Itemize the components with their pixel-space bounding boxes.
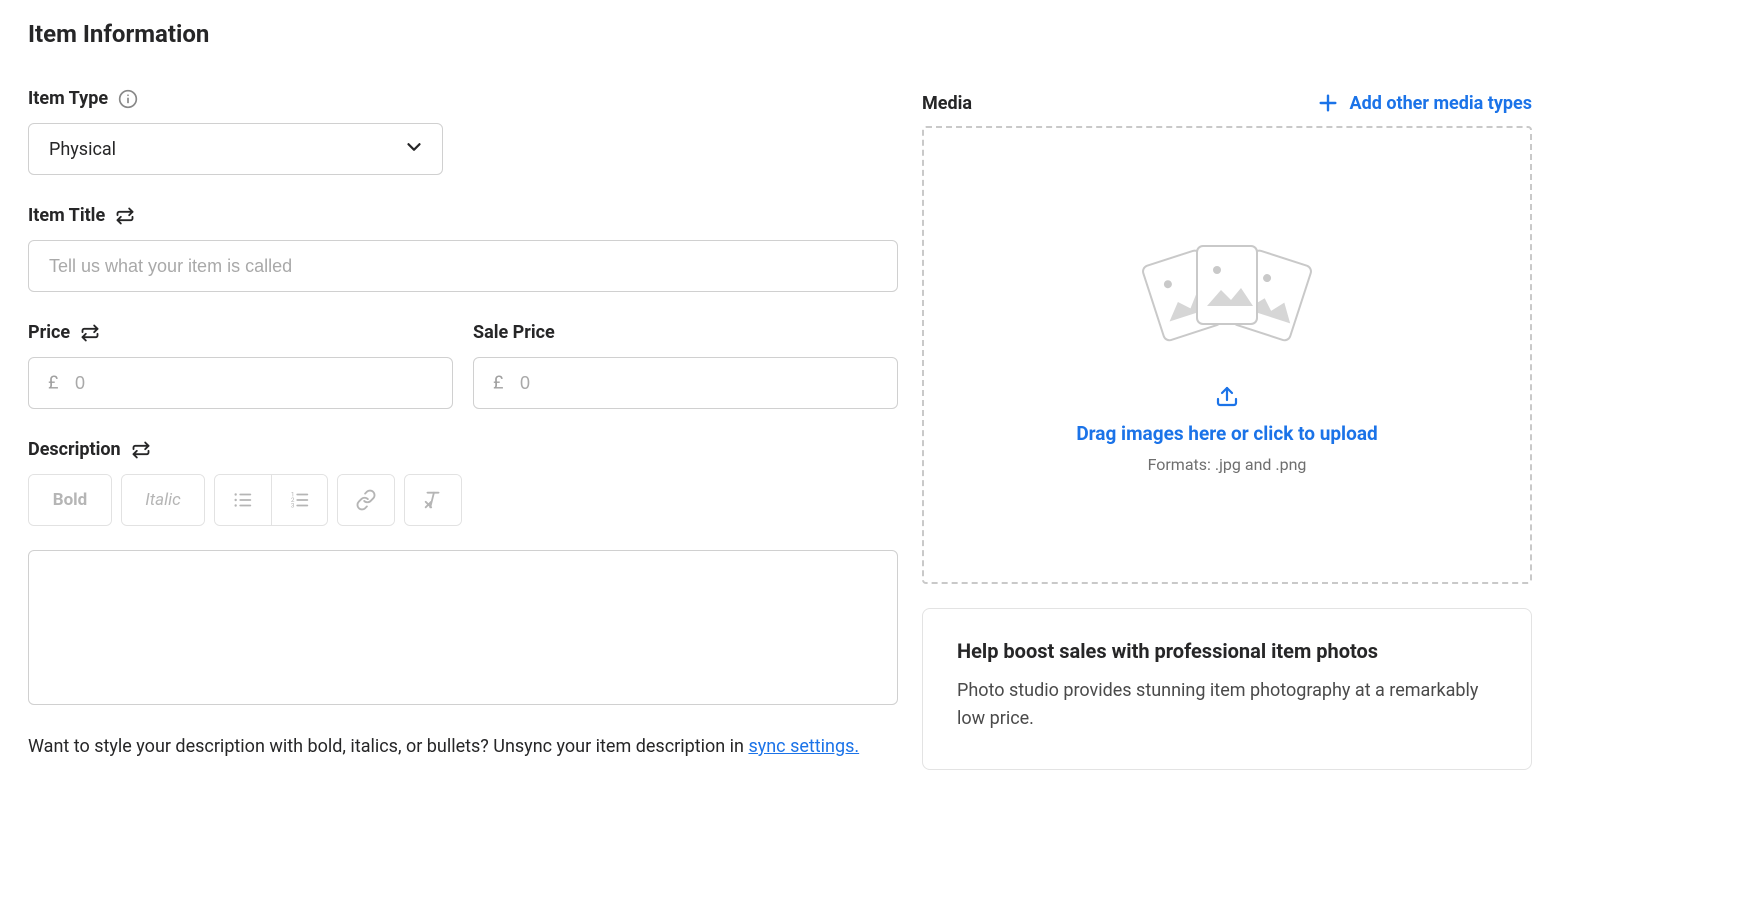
- add-media-button[interactable]: Add other media types: [1317, 92, 1532, 114]
- sync-settings-link[interactable]: sync settings.: [748, 736, 859, 757]
- link-icon: [355, 489, 377, 511]
- info-icon[interactable]: [118, 89, 138, 109]
- clear-format-icon: [422, 489, 444, 511]
- item-title-input[interactable]: [28, 240, 898, 292]
- item-title-label-row: Item Title: [28, 205, 898, 226]
- toolbar-group-textstyle-italic: Italic: [121, 474, 205, 526]
- field-item-type: Item Type Physical: [28, 88, 898, 175]
- media-label: Media: [922, 93, 972, 114]
- toolbar-group-link: [337, 474, 395, 526]
- add-media-label: Add other media types: [1349, 93, 1532, 114]
- section-title: Item Information: [28, 20, 898, 48]
- description-label-row: Description: [28, 439, 898, 460]
- sync-icon[interactable]: [80, 323, 100, 343]
- item-type-value: Physical: [49, 139, 116, 160]
- link-button[interactable]: [338, 475, 394, 525]
- bold-button[interactable]: Bold: [29, 475, 111, 525]
- sale-price-label: Sale Price: [473, 322, 555, 343]
- sync-icon[interactable]: [115, 206, 135, 226]
- left-column: Item Information Item Type Physical: [28, 20, 898, 779]
- sale-price-input[interactable]: [473, 357, 898, 409]
- page-root: Item Information Item Type Physical: [28, 20, 1726, 779]
- media-dropzone[interactable]: Drag images here or click to upload Form…: [922, 126, 1532, 584]
- toolbar-group-lists: 123: [214, 474, 328, 526]
- promo-body: Photo studio provides stunning item phot…: [957, 677, 1497, 733]
- image-placeholder-illustration: [1122, 236, 1332, 360]
- description-toolbar: Bold Italic 123: [28, 474, 898, 526]
- price-label-row: Price: [28, 322, 453, 343]
- item-title-label: Item Title: [28, 205, 105, 226]
- price-input-wrap: £: [28, 357, 453, 409]
- item-type-select-wrap: Physical: [28, 123, 443, 175]
- price-currency-symbol: £: [48, 373, 58, 394]
- numbered-list-button[interactable]: 123: [271, 475, 327, 525]
- field-price: Price £: [28, 322, 453, 409]
- description-helper-text: Want to style your description with bold…: [28, 733, 898, 761]
- description-label: Description: [28, 439, 121, 460]
- sale-price-input-wrap: £: [473, 357, 898, 409]
- dropzone-formats: Formats: .jpg and .png: [1148, 455, 1307, 474]
- field-item-title: Item Title: [28, 205, 898, 292]
- bullet-list-icon: [232, 489, 254, 511]
- toolbar-group-textstyle-bold: Bold: [28, 474, 112, 526]
- helper-prefix: Want to style your description with bold…: [28, 736, 748, 757]
- svg-text:3: 3: [290, 501, 294, 509]
- field-description: Description Bold Italic: [28, 439, 898, 709]
- clear-format-button[interactable]: [405, 475, 461, 525]
- dropzone-text: Drag images here or click to upload: [1076, 422, 1377, 445]
- item-type-label: Item Type: [28, 88, 108, 109]
- description-editor[interactable]: [28, 550, 898, 705]
- item-type-label-row: Item Type: [28, 88, 898, 109]
- price-row: Price £ Sale Price £: [28, 322, 898, 439]
- promo-title: Help boost sales with professional item …: [957, 639, 1497, 663]
- item-type-select[interactable]: Physical: [28, 123, 443, 175]
- price-input[interactable]: [28, 357, 453, 409]
- sale-price-label-row: Sale Price: [473, 322, 898, 343]
- numbered-list-icon: 123: [289, 489, 311, 511]
- sync-icon[interactable]: [131, 440, 151, 460]
- sale-price-currency-symbol: £: [493, 373, 503, 394]
- photo-studio-promo: Help boost sales with professional item …: [922, 608, 1532, 770]
- plus-icon: [1317, 92, 1339, 114]
- right-column: Media Add other media types: [922, 20, 1532, 779]
- price-label: Price: [28, 322, 70, 343]
- field-sale-price: Sale Price £: [473, 322, 898, 409]
- media-header: Media Add other media types: [922, 92, 1532, 114]
- upload-icon: [1215, 384, 1239, 412]
- bullet-list-button[interactable]: [215, 475, 271, 525]
- italic-button[interactable]: Italic: [122, 475, 204, 525]
- toolbar-group-clear: [404, 474, 462, 526]
